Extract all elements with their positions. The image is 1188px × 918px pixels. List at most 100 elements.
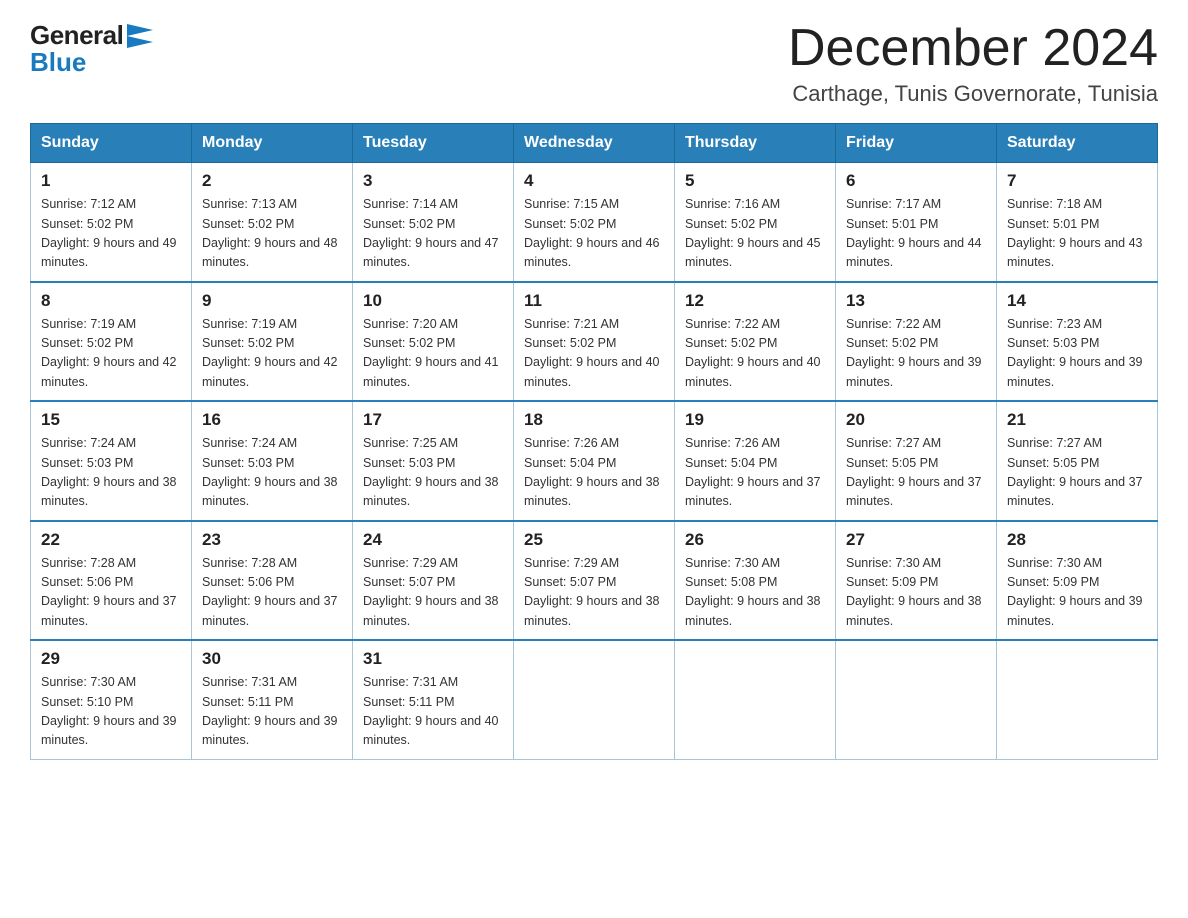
table-row <box>836 640 997 759</box>
day-info: Sunrise: 7:12 AMSunset: 5:02 PMDaylight:… <box>41 197 177 269</box>
day-info: Sunrise: 7:17 AMSunset: 5:01 PMDaylight:… <box>846 197 982 269</box>
day-number: 25 <box>524 530 664 550</box>
page-header: General Blue December 2024 Carthage, Tun… <box>30 20 1158 107</box>
day-number: 16 <box>202 410 342 430</box>
table-row <box>675 640 836 759</box>
table-row: 27 Sunrise: 7:30 AMSunset: 5:09 PMDaylig… <box>836 521 997 641</box>
day-info: Sunrise: 7:31 AMSunset: 5:11 PMDaylight:… <box>363 675 499 747</box>
day-number: 27 <box>846 530 986 550</box>
table-row: 20 Sunrise: 7:27 AMSunset: 5:05 PMDaylig… <box>836 401 997 521</box>
day-number: 17 <box>363 410 503 430</box>
day-number: 4 <box>524 171 664 191</box>
col-monday: Monday <box>192 124 353 163</box>
calendar-header-row: Sunday Monday Tuesday Wednesday Thursday… <box>31 124 1158 163</box>
table-row: 15 Sunrise: 7:24 AMSunset: 5:03 PMDaylig… <box>31 401 192 521</box>
day-info: Sunrise: 7:25 AMSunset: 5:03 PMDaylight:… <box>363 436 499 508</box>
table-row: 11 Sunrise: 7:21 AMSunset: 5:02 PMDaylig… <box>514 282 675 402</box>
day-info: Sunrise: 7:27 AMSunset: 5:05 PMDaylight:… <box>846 436 982 508</box>
location-subtitle: Carthage, Tunis Governorate, Tunisia <box>788 81 1158 107</box>
table-row: 17 Sunrise: 7:25 AMSunset: 5:03 PMDaylig… <box>353 401 514 521</box>
calendar-week-row: 22 Sunrise: 7:28 AMSunset: 5:06 PMDaylig… <box>31 521 1158 641</box>
day-info: Sunrise: 7:15 AMSunset: 5:02 PMDaylight:… <box>524 197 660 269</box>
table-row: 9 Sunrise: 7:19 AMSunset: 5:02 PMDayligh… <box>192 282 353 402</box>
table-row: 7 Sunrise: 7:18 AMSunset: 5:01 PMDayligh… <box>997 163 1158 282</box>
table-row: 31 Sunrise: 7:31 AMSunset: 5:11 PMDaylig… <box>353 640 514 759</box>
day-number: 12 <box>685 291 825 311</box>
day-number: 5 <box>685 171 825 191</box>
col-thursday: Thursday <box>675 124 836 163</box>
title-area: December 2024 Carthage, Tunis Governorat… <box>788 20 1158 107</box>
day-info: Sunrise: 7:29 AMSunset: 5:07 PMDaylight:… <box>363 556 499 628</box>
table-row <box>997 640 1158 759</box>
day-info: Sunrise: 7:31 AMSunset: 5:11 PMDaylight:… <box>202 675 338 747</box>
day-info: Sunrise: 7:26 AMSunset: 5:04 PMDaylight:… <box>524 436 660 508</box>
logo-blue-text: Blue <box>30 47 86 78</box>
col-saturday: Saturday <box>997 124 1158 163</box>
logo: General Blue <box>30 20 155 78</box>
day-info: Sunrise: 7:14 AMSunset: 5:02 PMDaylight:… <box>363 197 499 269</box>
table-row: 10 Sunrise: 7:20 AMSunset: 5:02 PMDaylig… <box>353 282 514 402</box>
day-number: 3 <box>363 171 503 191</box>
day-number: 1 <box>41 171 181 191</box>
day-number: 14 <box>1007 291 1147 311</box>
table-row: 22 Sunrise: 7:28 AMSunset: 5:06 PMDaylig… <box>31 521 192 641</box>
day-number: 24 <box>363 530 503 550</box>
day-number: 6 <box>846 171 986 191</box>
col-wednesday: Wednesday <box>514 124 675 163</box>
calendar-week-row: 29 Sunrise: 7:30 AMSunset: 5:10 PMDaylig… <box>31 640 1158 759</box>
day-info: Sunrise: 7:20 AMSunset: 5:02 PMDaylight:… <box>363 317 499 389</box>
table-row: 16 Sunrise: 7:24 AMSunset: 5:03 PMDaylig… <box>192 401 353 521</box>
col-friday: Friday <box>836 124 997 163</box>
table-row: 8 Sunrise: 7:19 AMSunset: 5:02 PMDayligh… <box>31 282 192 402</box>
day-info: Sunrise: 7:29 AMSunset: 5:07 PMDaylight:… <box>524 556 660 628</box>
table-row: 5 Sunrise: 7:16 AMSunset: 5:02 PMDayligh… <box>675 163 836 282</box>
day-info: Sunrise: 7:30 AMSunset: 5:10 PMDaylight:… <box>41 675 177 747</box>
table-row: 12 Sunrise: 7:22 AMSunset: 5:02 PMDaylig… <box>675 282 836 402</box>
month-title: December 2024 <box>788 20 1158 77</box>
day-number: 22 <box>41 530 181 550</box>
table-row <box>514 640 675 759</box>
calendar-week-row: 15 Sunrise: 7:24 AMSunset: 5:03 PMDaylig… <box>31 401 1158 521</box>
day-info: Sunrise: 7:30 AMSunset: 5:08 PMDaylight:… <box>685 556 821 628</box>
table-row: 18 Sunrise: 7:26 AMSunset: 5:04 PMDaylig… <box>514 401 675 521</box>
day-info: Sunrise: 7:28 AMSunset: 5:06 PMDaylight:… <box>41 556 177 628</box>
day-number: 28 <box>1007 530 1147 550</box>
table-row: 14 Sunrise: 7:23 AMSunset: 5:03 PMDaylig… <box>997 282 1158 402</box>
table-row: 30 Sunrise: 7:31 AMSunset: 5:11 PMDaylig… <box>192 640 353 759</box>
table-row: 1 Sunrise: 7:12 AMSunset: 5:02 PMDayligh… <box>31 163 192 282</box>
day-number: 7 <box>1007 171 1147 191</box>
day-info: Sunrise: 7:16 AMSunset: 5:02 PMDaylight:… <box>685 197 821 269</box>
day-info: Sunrise: 7:27 AMSunset: 5:05 PMDaylight:… <box>1007 436 1143 508</box>
day-number: 9 <box>202 291 342 311</box>
day-number: 19 <box>685 410 825 430</box>
day-number: 29 <box>41 649 181 669</box>
table-row: 19 Sunrise: 7:26 AMSunset: 5:04 PMDaylig… <box>675 401 836 521</box>
day-number: 15 <box>41 410 181 430</box>
day-info: Sunrise: 7:30 AMSunset: 5:09 PMDaylight:… <box>846 556 982 628</box>
table-row: 28 Sunrise: 7:30 AMSunset: 5:09 PMDaylig… <box>997 521 1158 641</box>
table-row: 29 Sunrise: 7:30 AMSunset: 5:10 PMDaylig… <box>31 640 192 759</box>
table-row: 21 Sunrise: 7:27 AMSunset: 5:05 PMDaylig… <box>997 401 1158 521</box>
col-sunday: Sunday <box>31 124 192 163</box>
day-info: Sunrise: 7:22 AMSunset: 5:02 PMDaylight:… <box>685 317 821 389</box>
day-number: 8 <box>41 291 181 311</box>
table-row: 13 Sunrise: 7:22 AMSunset: 5:02 PMDaylig… <box>836 282 997 402</box>
day-number: 10 <box>363 291 503 311</box>
day-info: Sunrise: 7:21 AMSunset: 5:02 PMDaylight:… <box>524 317 660 389</box>
day-number: 23 <box>202 530 342 550</box>
table-row: 23 Sunrise: 7:28 AMSunset: 5:06 PMDaylig… <box>192 521 353 641</box>
table-row: 3 Sunrise: 7:14 AMSunset: 5:02 PMDayligh… <box>353 163 514 282</box>
day-info: Sunrise: 7:22 AMSunset: 5:02 PMDaylight:… <box>846 317 982 389</box>
calendar-week-row: 8 Sunrise: 7:19 AMSunset: 5:02 PMDayligh… <box>31 282 1158 402</box>
day-number: 11 <box>524 291 664 311</box>
table-row: 4 Sunrise: 7:15 AMSunset: 5:02 PMDayligh… <box>514 163 675 282</box>
table-row: 2 Sunrise: 7:13 AMSunset: 5:02 PMDayligh… <box>192 163 353 282</box>
day-number: 20 <box>846 410 986 430</box>
day-number: 26 <box>685 530 825 550</box>
logo-flag-icon <box>125 22 155 50</box>
day-info: Sunrise: 7:24 AMSunset: 5:03 PMDaylight:… <box>41 436 177 508</box>
calendar-table: Sunday Monday Tuesday Wednesday Thursday… <box>30 123 1158 760</box>
table-row: 25 Sunrise: 7:29 AMSunset: 5:07 PMDaylig… <box>514 521 675 641</box>
day-info: Sunrise: 7:13 AMSunset: 5:02 PMDaylight:… <box>202 197 338 269</box>
day-info: Sunrise: 7:19 AMSunset: 5:02 PMDaylight:… <box>202 317 338 389</box>
